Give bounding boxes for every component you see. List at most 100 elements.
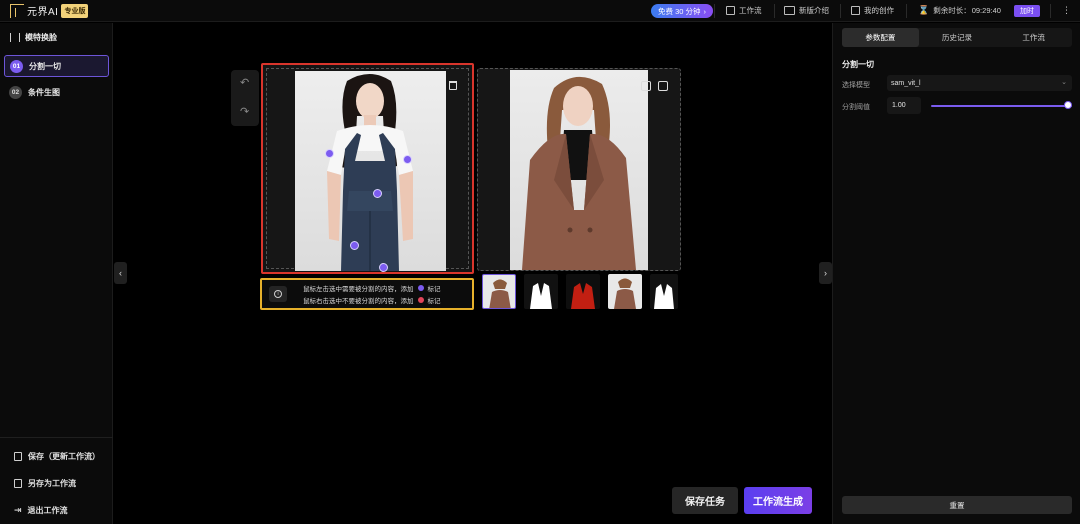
threshold-input[interactable]: 1.00 xyxy=(887,97,921,114)
nav-my-creations[interactable]: 我的创作 xyxy=(851,5,894,16)
model-select[interactable]: sam_vit_l ⌄ xyxy=(887,75,1072,91)
result-thumbnail-1[interactable] xyxy=(482,274,516,309)
workflow-icon xyxy=(726,6,735,15)
segment-marker[interactable] xyxy=(350,241,359,250)
tab-history[interactable]: 历史记录 xyxy=(919,28,996,47)
save-update-workflow[interactable]: 保存（更新工作流） xyxy=(14,451,100,462)
result-thumbnail-5[interactable] xyxy=(650,274,678,309)
chevron-right-icon: › xyxy=(824,268,827,278)
nav-new-intro[interactable]: 新版介绍 xyxy=(784,5,829,16)
negative-marker-dot-icon xyxy=(417,297,424,303)
threshold-slider-track[interactable] xyxy=(931,105,1072,107)
more-vertical-icon[interactable]: ⋮ xyxy=(1062,5,1071,16)
result-photo[interactable] xyxy=(510,70,648,270)
arrow-right-icon: › xyxy=(703,6,707,16)
divider xyxy=(714,4,715,18)
result-image-frame[interactable] xyxy=(477,68,681,271)
segmentation-hint: i 鼠标左击选中需要被分割的内容，添加 标记 鼠标右击选中不要被分割的内容，添加… xyxy=(260,278,474,310)
divider xyxy=(774,4,775,18)
recharge-button[interactable]: 加时 xyxy=(1014,5,1040,17)
hint-line-positive: 鼠标左击选中需要被分割的内容，添加 标记 xyxy=(303,283,441,293)
save-as-workflow-label: 另存为工作流 xyxy=(28,479,76,488)
model-coat-illustration xyxy=(522,76,636,270)
divider xyxy=(1050,4,1051,18)
right-panel: 参数配置 历史记录 工作流 分割一切 选择模型 sam_vit_l ⌄ 分割阈值… xyxy=(832,23,1080,524)
info-icon: i xyxy=(274,290,282,298)
remaining-time-value: 09:29:40 xyxy=(971,6,1001,15)
step-label: 条件生图 xyxy=(28,87,60,97)
sidebar-divider xyxy=(0,437,113,438)
segment-marker[interactable] xyxy=(403,155,412,164)
thumbnail-mask-illustration xyxy=(530,283,552,309)
tab-workflow[interactable]: 工作流 xyxy=(995,28,1072,47)
redo-icon[interactable]: ↷ xyxy=(240,105,249,118)
divider xyxy=(906,4,907,18)
save-task-button[interactable]: 保存任务 xyxy=(672,487,738,514)
hint-line-negative: 鼠标右击选中不要被分割的内容，添加 标记 xyxy=(303,295,441,305)
save-update-workflow-label: 保存（更新工作流） xyxy=(28,452,100,461)
result-thumbnail-4[interactable] xyxy=(608,274,642,309)
logo-mark-icon xyxy=(10,3,24,18)
result-thumbnail-2[interactable] xyxy=(524,274,558,309)
step-segment-anything[interactable]: 01 分割一切 xyxy=(4,55,109,77)
collapse-left-handle[interactable]: ‹ xyxy=(114,262,127,284)
step-conditional-generation[interactable]: 02 条件生图 xyxy=(4,81,109,103)
source-canvas[interactable] xyxy=(266,68,469,272)
segment-marker[interactable] xyxy=(325,149,334,158)
hint-tag: 标记 xyxy=(427,298,441,305)
thumbnail-model-illustration xyxy=(489,279,511,308)
section-title: 分割一切 xyxy=(842,60,874,69)
hint-text: 鼠标左击选中需要被分割的内容，添加 xyxy=(303,286,414,293)
segment-marker[interactable] xyxy=(379,263,388,272)
source-image-frame[interactable] xyxy=(261,63,474,274)
save-icon xyxy=(14,452,22,461)
thumbnail-red-coat-illustration xyxy=(571,283,595,309)
exit-workflow-label: 退出工作流 xyxy=(27,506,68,515)
edition-badge: 专业版 xyxy=(61,3,89,18)
step-label: 分割一切 xyxy=(29,61,61,71)
result-thumbnail-3[interactable] xyxy=(566,274,600,309)
segment-marker[interactable] xyxy=(373,189,382,198)
undo-icon[interactable]: ↶ xyxy=(240,76,249,89)
remaining-time: ⌛ 剩余时长： 09:29:40 xyxy=(918,5,1001,16)
chevron-down-icon: ⌄ xyxy=(1061,79,1067,86)
divider xyxy=(840,4,841,18)
panel-tabs: 参数配置 历史记录 工作流 xyxy=(842,28,1072,47)
left-sidebar: 模特换脸 01 分割一切 02 条件生图 保存（更新工作流） 另存为工作流 ⇥ … xyxy=(0,23,113,524)
positive-marker-dot-icon xyxy=(417,285,424,291)
threshold-slider-thumb[interactable] xyxy=(1064,101,1072,109)
free-time-label: 免费 30 分钟 xyxy=(658,6,701,16)
nav-my-creations-label: 我的创作 xyxy=(864,6,894,15)
save-as-icon xyxy=(14,479,22,488)
sidebar-title-label: 模特换脸 xyxy=(25,33,57,42)
new-badge-icon xyxy=(784,6,795,15)
free-time-pill[interactable]: 免费 30 分钟 › xyxy=(651,4,714,18)
nav-new-intro-label: 新版介绍 xyxy=(799,6,829,15)
generate-workflow-button[interactable]: 工作流生成 xyxy=(744,487,812,514)
hourglass-icon: ⌛ xyxy=(918,5,930,15)
remaining-time-label: 剩余时长： xyxy=(933,6,971,15)
reset-button[interactable]: 重置 xyxy=(842,496,1072,514)
thumbnail-model-illustration xyxy=(614,278,636,309)
exit-workflow[interactable]: ⇥ 退出工作流 xyxy=(14,505,68,516)
tab-params[interactable]: 参数配置 xyxy=(842,28,919,47)
trash-icon[interactable] xyxy=(449,81,457,90)
nav-workflow-label: 工作流 xyxy=(739,6,762,15)
thumbnail-mask-illustration xyxy=(654,284,674,309)
save-as-workflow[interactable]: 另存为工作流 xyxy=(14,478,76,489)
export-icon[interactable] xyxy=(641,81,651,91)
image-icon xyxy=(851,6,860,15)
nav-workflow[interactable]: 工作流 xyxy=(726,5,762,16)
model-select-value: sam_vit_l xyxy=(891,79,921,87)
hint-tag: 标记 xyxy=(427,286,441,293)
logo-text: 元界AI xyxy=(27,7,59,18)
history-toolbar: ↶ ↷ xyxy=(231,70,259,126)
sidebar-title: 模特换脸 xyxy=(10,32,57,43)
step-number: 01 xyxy=(10,59,23,73)
download-icon[interactable] xyxy=(658,81,668,91)
source-photo[interactable] xyxy=(295,71,446,271)
info-button[interactable]: i xyxy=(269,286,287,302)
chevron-left-icon: ‹ xyxy=(119,268,122,278)
app-logo[interactable]: 元界AI 专业版 xyxy=(10,3,89,18)
collapse-right-handle[interactable]: › xyxy=(819,262,832,284)
